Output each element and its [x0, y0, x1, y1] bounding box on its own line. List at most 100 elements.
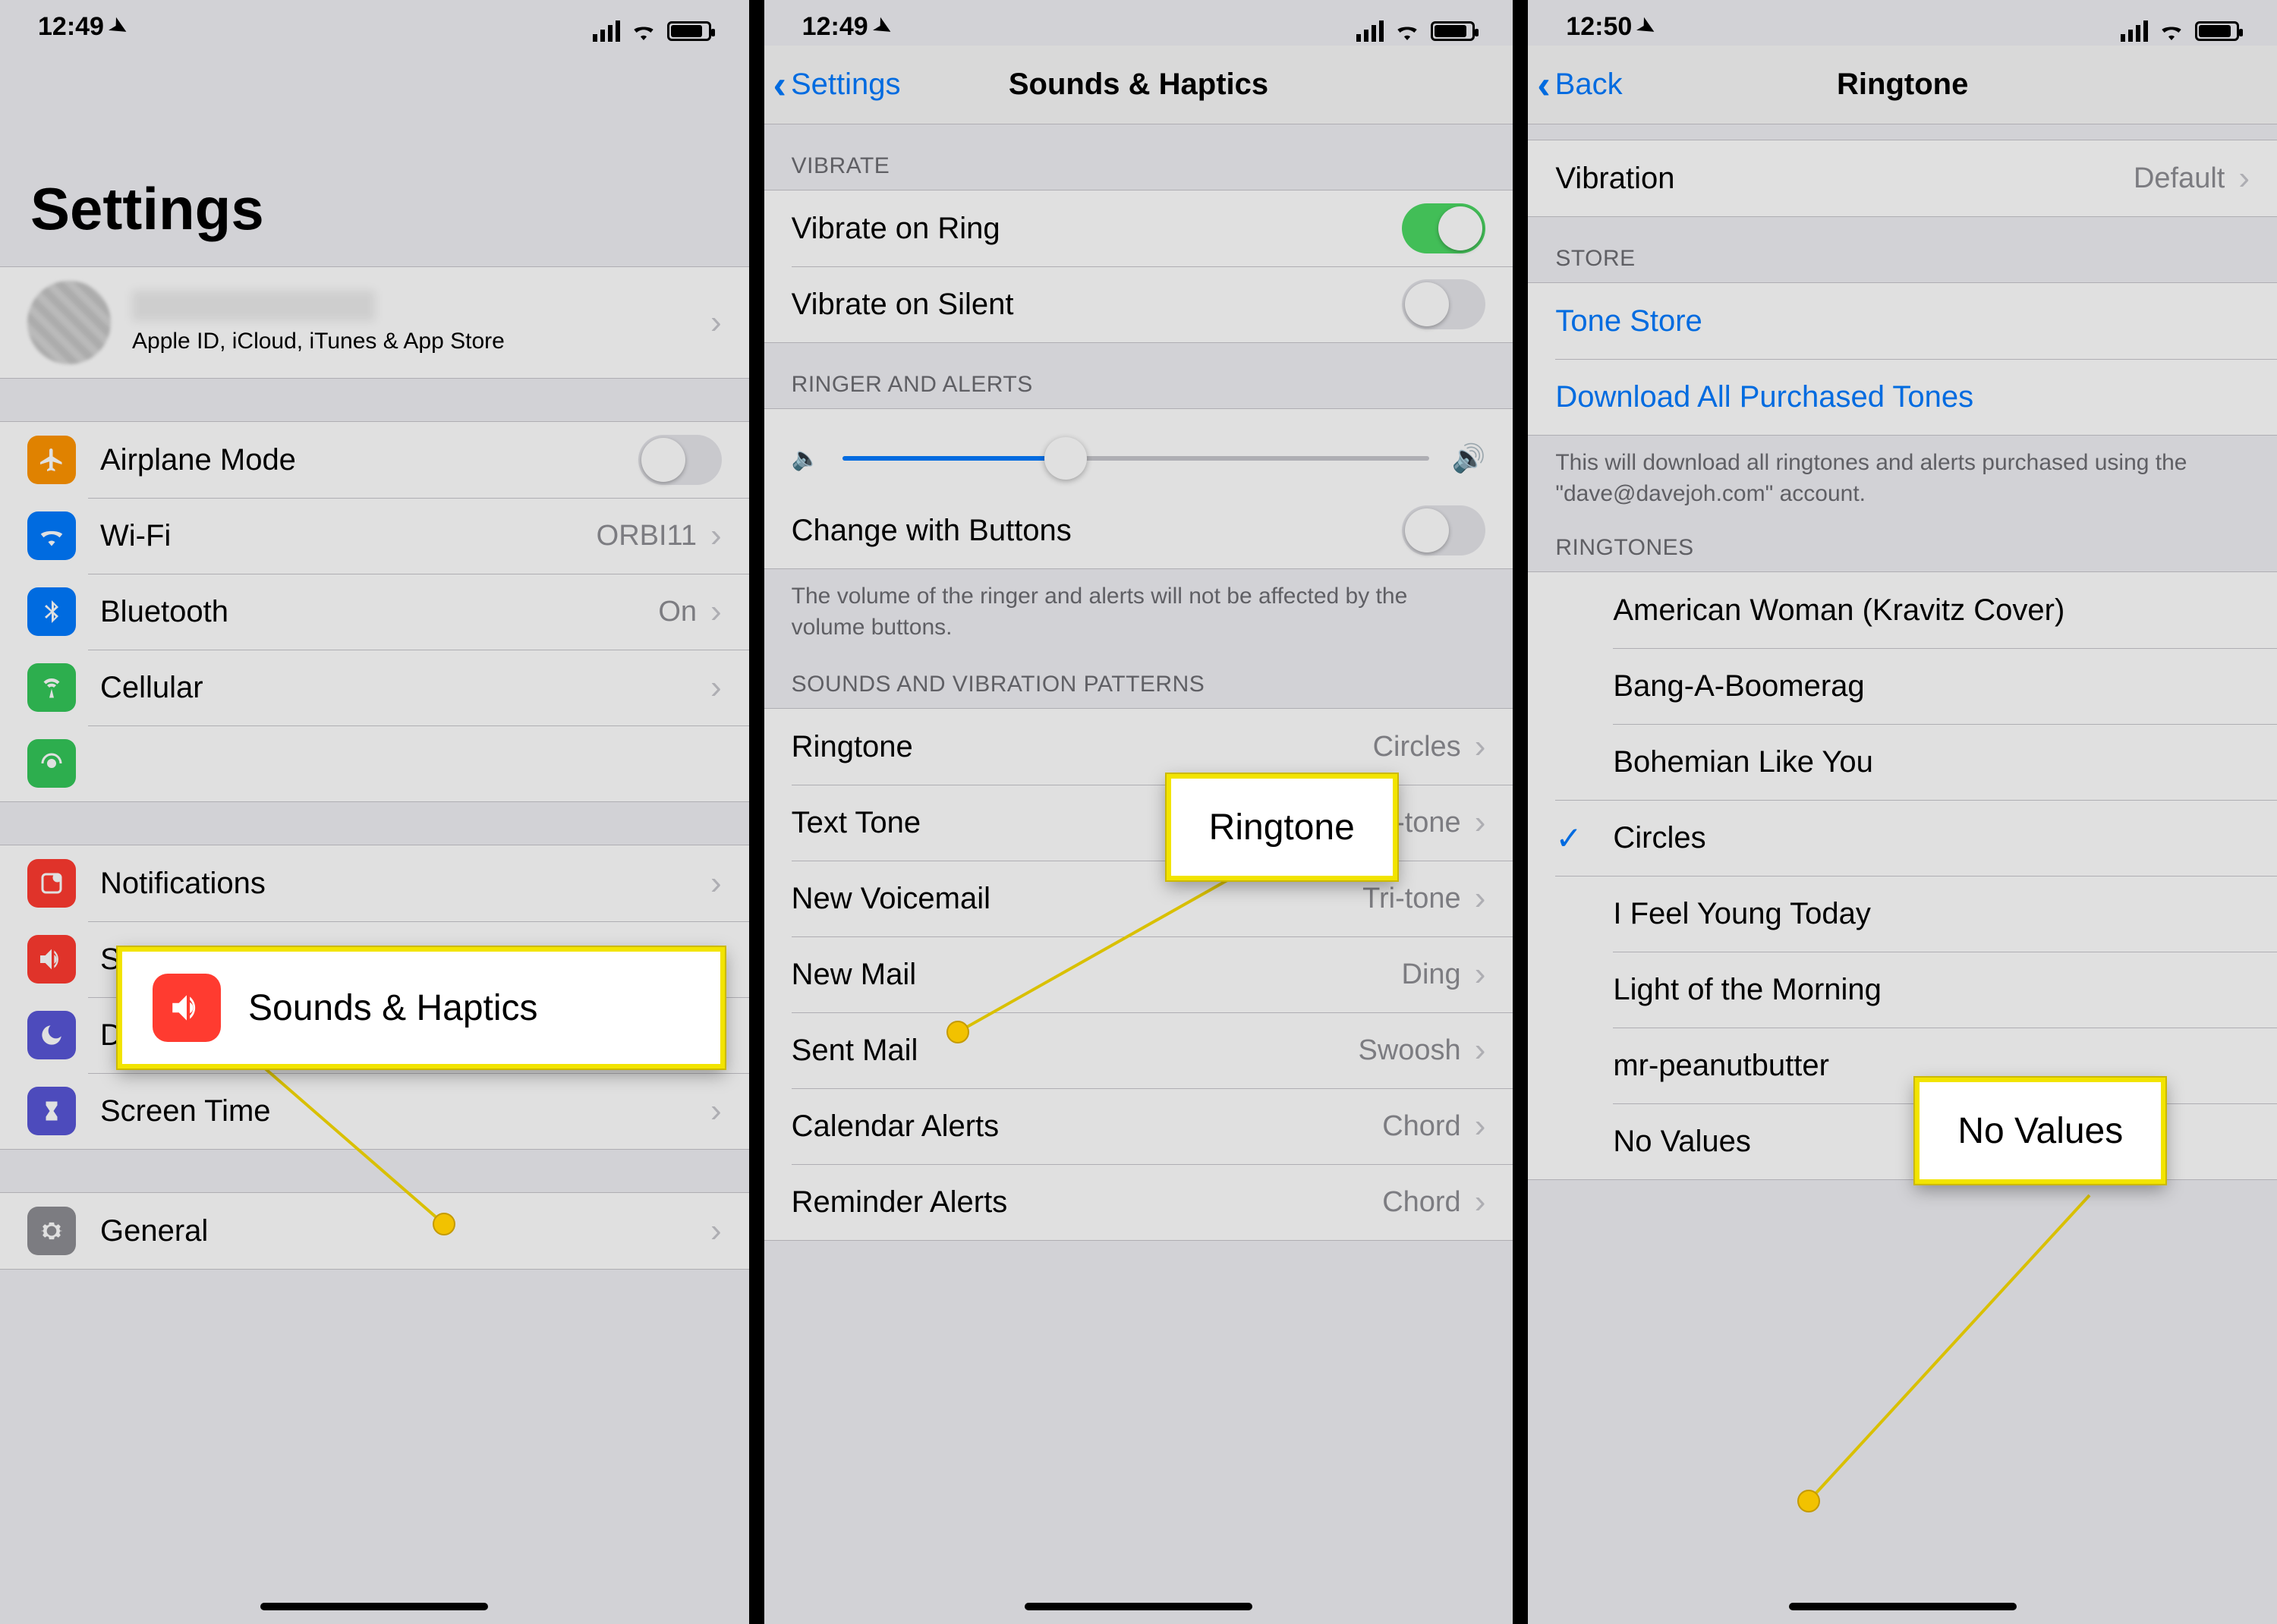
status-bar: 12:49 ➤ — [0, 0, 749, 46]
new-mail-label: New Mail — [792, 958, 1402, 992]
chevron-right-icon: › — [1475, 1107, 1486, 1145]
home-indicator[interactable] — [1789, 1603, 2017, 1610]
tone-store-row[interactable]: Tone Store — [1528, 283, 2277, 359]
chevron-right-icon: › — [2238, 159, 2250, 197]
nav-title: Sounds & Haptics — [764, 68, 1513, 102]
sounds-icon — [27, 935, 76, 984]
ringtone-item-selected[interactable]: ✓ Circles — [1528, 800, 2277, 876]
nav-bar: ‹ Settings Sounds & Haptics — [764, 46, 1513, 124]
chevron-right-icon: › — [710, 304, 722, 341]
wifi-row[interactable]: Wi-Fi ORBI11 › — [0, 498, 749, 574]
chevron-right-icon: › — [710, 864, 722, 902]
battery-icon — [667, 21, 711, 41]
vibration-row[interactable]: Vibration Default › — [1528, 140, 2277, 216]
change-with-buttons-row[interactable]: Change with Buttons — [764, 493, 1513, 568]
ringer-volume-slider-row[interactable]: 🔈 🔊 — [764, 409, 1513, 493]
sounds-haptics-row[interactable]: Sounds & Haptics › — [0, 921, 749, 997]
vibrate-on-ring-toggle[interactable] — [1402, 203, 1485, 253]
chevron-right-icon: › — [710, 1092, 722, 1130]
chevron-right-icon: › — [710, 1016, 722, 1054]
download-all-row[interactable]: Download All Purchased Tones — [1528, 359, 2277, 435]
general-row[interactable]: General › — [0, 1193, 749, 1269]
vibrate-header: VIBRATE — [764, 124, 1513, 190]
bluetooth-row[interactable]: Bluetooth On › — [0, 574, 749, 650]
notifications-row[interactable]: Notifications › — [0, 845, 749, 921]
ringtone-item[interactable]: Bohemian Like You — [1528, 724, 2277, 800]
ringtone-item[interactable]: mr-peanutbutter — [1528, 1028, 2277, 1103]
home-indicator[interactable] — [1025, 1603, 1252, 1610]
page-title: Settings — [0, 46, 749, 266]
gear-icon — [27, 1207, 76, 1255]
ringtone-item-label: No Values — [1613, 1125, 2250, 1159]
new-voicemail-value: Tri-tone — [1362, 883, 1461, 915]
airplane-mode-toggle[interactable] — [638, 435, 722, 485]
vibrate-on-silent-row[interactable]: Vibrate on Silent — [764, 266, 1513, 342]
settings-screen: 12:49 ➤ Settings Apple ID, iClou — [0, 0, 749, 1624]
hotspot-icon — [27, 739, 76, 788]
ringtone-item-label: Bohemian Like You — [1613, 745, 2250, 779]
profile-name-redacted — [132, 291, 375, 321]
profile-subtitle: Apple ID, iCloud, iTunes & App Store — [132, 329, 710, 354]
apple-id-row[interactable]: Apple ID, iCloud, iTunes & App Store › — [0, 267, 749, 378]
volume-high-icon: 🔊 — [1452, 442, 1486, 474]
ringer-alerts-header: RINGER AND ALERTS — [764, 343, 1513, 408]
status-time: 12:50 — [1566, 12, 1632, 42]
chevron-right-icon: › — [1475, 1031, 1486, 1069]
vibrate-on-ring-label: Vibrate on Ring — [792, 212, 1403, 246]
cellular-label: Cellular — [100, 671, 710, 705]
ringtone-row[interactable]: Ringtone Circles › — [764, 709, 1513, 785]
ringtone-item[interactable]: Bang-A-Boomerag — [1528, 648, 2277, 724]
sent-mail-label: Sent Mail — [792, 1034, 1359, 1068]
bluetooth-label: Bluetooth — [100, 595, 658, 629]
sounds-haptics-screen: 12:49 ➤ ‹ Settings Sounds & Haptics VIBR… — [764, 0, 1513, 1624]
ringtone-value: Circles — [1373, 731, 1461, 763]
avatar — [27, 281, 111, 364]
calendar-alerts-label: Calendar Alerts — [792, 1109, 1383, 1144]
ringtone-label: Ringtone — [792, 730, 1373, 764]
chevron-right-icon: › — [1475, 1183, 1486, 1221]
vibrate-on-silent-label: Vibrate on Silent — [792, 288, 1403, 322]
new-voicemail-row[interactable]: New Voicemail Tri-tone › — [764, 861, 1513, 936]
location-icon: ➤ — [105, 11, 133, 42]
bluetooth-icon — [27, 587, 76, 636]
reminder-alerts-row[interactable]: Reminder Alerts Chord › — [764, 1164, 1513, 1240]
vibration-value: Default — [2134, 162, 2225, 195]
cellular-signal-icon — [593, 20, 620, 42]
general-label: General — [100, 1214, 710, 1248]
vibrate-on-silent-toggle[interactable] — [1402, 279, 1485, 329]
vibrate-on-ring-row[interactable]: Vibrate on Ring — [764, 190, 1513, 266]
dnd-row[interactable]: Do Not Disturb › — [0, 997, 749, 1073]
text-tone-value: Tri-tone — [1362, 807, 1461, 839]
patterns-header: SOUNDS AND VIBRATION PATTERNS — [764, 650, 1513, 708]
battery-icon — [1431, 21, 1475, 41]
airplane-mode-row[interactable]: Airplane Mode — [0, 422, 749, 498]
nav-title: Ringtone — [1528, 68, 2277, 102]
ringer-volume-slider[interactable] — [842, 456, 1428, 461]
new-mail-row[interactable]: New Mail Ding › — [764, 936, 1513, 1012]
location-icon: ➤ — [1633, 11, 1661, 42]
chevron-right-icon: › — [1475, 955, 1486, 993]
new-mail-value: Ding — [1402, 958, 1461, 991]
bluetooth-value: On — [658, 596, 697, 628]
battery-icon — [2195, 21, 2239, 41]
hotspot-row[interactable] — [0, 725, 749, 801]
ringtone-item[interactable]: American Woman (Kravitz Cover) — [1528, 572, 2277, 648]
sent-mail-row[interactable]: Sent Mail Swoosh › — [764, 1012, 1513, 1088]
chevron-right-icon: › — [710, 1212, 722, 1250]
download-all-label: Download All Purchased Tones — [1555, 380, 2250, 414]
ringtone-item[interactable]: No Values — [1528, 1103, 2277, 1179]
screentime-row[interactable]: Screen Time › — [0, 1073, 749, 1149]
text-tone-label: Text Tone — [792, 806, 1363, 840]
home-indicator[interactable] — [260, 1603, 488, 1610]
cellular-icon — [27, 663, 76, 712]
store-footer: This will download all ringtones and ale… — [1528, 436, 2277, 517]
ringtone-item[interactable]: I Feel Young Today — [1528, 876, 2277, 952]
cellular-row[interactable]: Cellular › — [0, 650, 749, 725]
change-with-buttons-toggle[interactable] — [1402, 505, 1485, 555]
wifi-icon — [1394, 22, 1420, 40]
nav-bar: ‹ Back Ringtone — [1528, 46, 2277, 124]
text-tone-row[interactable]: Text Tone Tri-tone › — [764, 785, 1513, 861]
ringtone-item-label: Light of the Morning — [1613, 973, 2250, 1007]
ringtone-item[interactable]: Light of the Morning — [1528, 952, 2277, 1028]
calendar-alerts-row[interactable]: Calendar Alerts Chord › — [764, 1088, 1513, 1164]
